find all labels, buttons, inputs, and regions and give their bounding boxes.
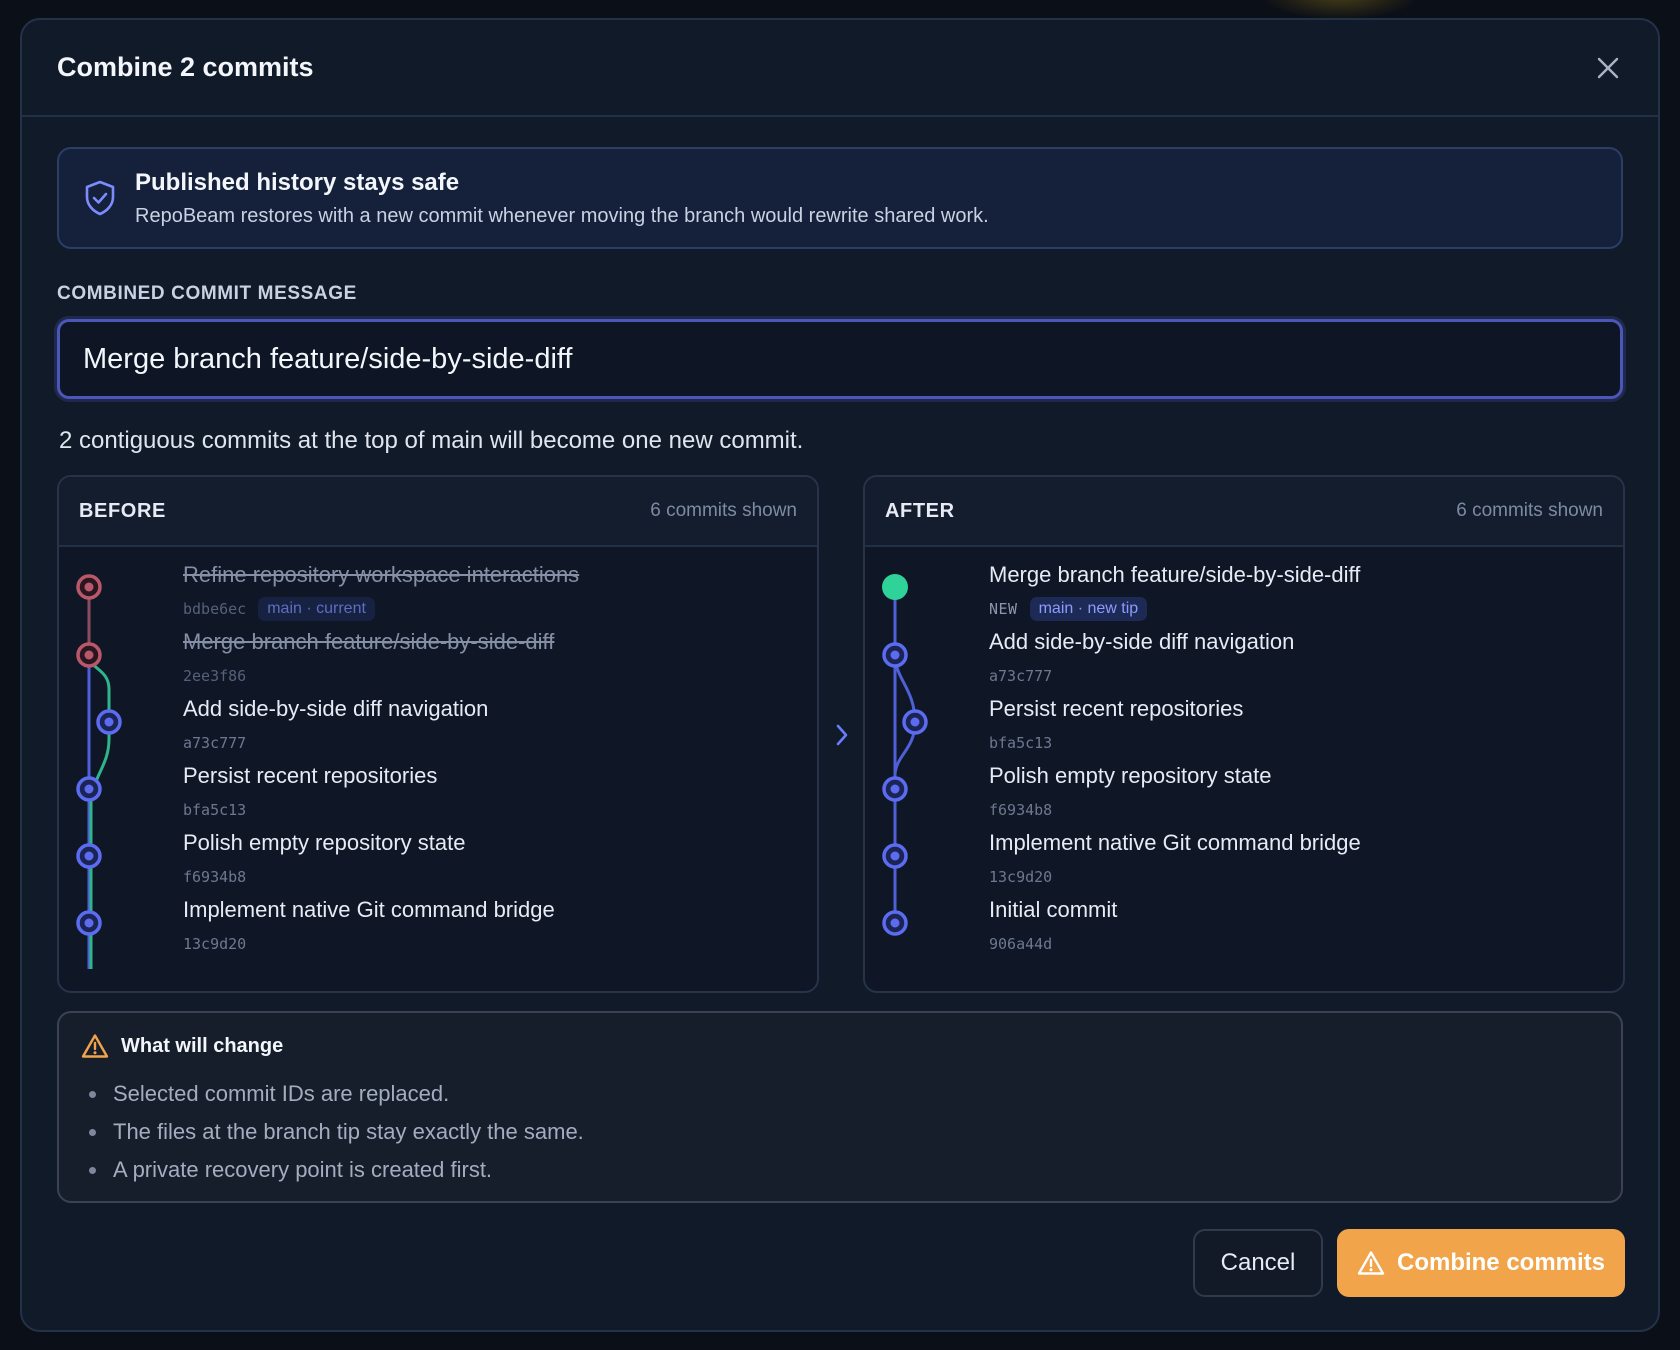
after-panel-header: AFTER 6 commits shown [865,477,1623,547]
backdrop-glow [1260,0,1420,20]
commit-row: Add side-by-side diff navigation a73c777 [989,629,1603,695]
commit-sha: 906a44d [989,935,1053,953]
changes-list: Selected commit IDs are replaced. The fi… [81,1075,1599,1189]
commit-row: Merge branch feature/side-by-side-diff N… [989,562,1603,628]
commit-title: Merge branch feature/side-by-side-diff [989,562,1361,587]
list-item: The files at the branch tip stay exactly… [89,1113,1599,1151]
commit-sha: 13c9d20 [183,935,247,953]
commit-node-new [882,574,908,600]
commit-sha: bdbe6ec [183,600,247,618]
commit-sha: f6934b8 [183,868,247,886]
changes-warning-box: What will change Selected commit IDs are… [57,1011,1623,1203]
banner-title: Published history stays safe [135,168,460,196]
commit-title: Persist recent repositories [989,696,1244,721]
warning-icon [1357,1251,1385,1275]
commit-title: Add side-by-side diff navigation [989,629,1295,654]
dialog-header: Combine 2 commits [22,20,1658,117]
commit-row: Implement native Git command bridge 13c9… [183,897,797,963]
after-label: AFTER [885,499,955,522]
new-commit-tag: NEW [989,600,1018,618]
changes-title: What will change [121,1034,284,1057]
dialog-footer: Cancel Combine commits [1193,1229,1625,1297]
branch-ref-badge: main · current [258,597,375,621]
chevron-right-icon [827,715,857,755]
before-panel: BEFORE 6 commits shown Refine repository… [57,475,819,993]
commit-title: Persist recent repositories [183,763,438,788]
commit-row: Merge branch feature/side-by-side-diff 2… [183,629,797,695]
commit-row: Polish empty repository state f6934b8 [183,830,797,896]
warning-icon [81,1034,109,1058]
commit-title: Implement native Git command bridge [183,897,555,922]
commit-row: Add side-by-side diff navigation a73c777 [183,696,797,762]
cancel-button[interactable]: Cancel [1193,1229,1323,1297]
branch-ref-badge: main · new tip [1029,597,1148,621]
combine-commits-label: Combine commits [1396,1249,1606,1276]
before-commit-graph [76,574,122,969]
commit-sha: bfa5c13 [183,801,247,819]
after-count: 6 commits shown [1456,500,1603,521]
commit-title: Add side-by-side diff navigation [183,696,489,721]
list-item: A private recovery point is created firs… [89,1151,1599,1189]
info-banner: Published history stays safe RepoBeam re… [57,147,1623,249]
combine-commits-button[interactable]: Combine commits [1337,1229,1625,1297]
commit-title: Merge branch feature/side-by-side-diff [183,629,555,654]
commit-sha: bfa5c13 [989,734,1053,752]
before-label: BEFORE [79,499,166,522]
commit-row: Implement native Git command bridge 13c9… [989,830,1603,896]
commit-sha: 2ee3f86 [183,667,247,685]
commit-message-input[interactable] [57,319,1623,399]
before-panel-header: BEFORE 6 commits shown [59,477,817,547]
commit-sha: a73c777 [183,734,247,752]
commit-sha: a73c777 [989,667,1053,685]
commit-row: Polish empty repository state f6934b8 [989,763,1603,829]
list-item: Selected commit IDs are replaced. [89,1075,1599,1113]
commit-title: Polish empty repository state [989,763,1272,788]
before-after-panels: BEFORE 6 commits shown Refine repository… [57,475,1625,993]
commit-row: Persist recent repositories bfa5c13 [989,696,1603,762]
after-panel: AFTER 6 commits shown Merge branch featu… [863,475,1625,993]
commit-sha: 13c9d20 [989,868,1053,886]
message-label: COMBINED COMMIT MESSAGE [57,283,357,304]
close-button[interactable] [1588,48,1628,88]
dialog-title: Combine 2 commits [57,52,314,82]
shield-check-icon [85,180,115,216]
before-count: 6 commits shown [650,500,797,521]
combine-commits-dialog: Combine 2 commits Published history stay… [20,18,1660,1332]
commit-row: Initial commit 906a44d [989,897,1603,963]
commit-row: Refine repository workspace interactions… [183,562,797,628]
commit-title: Polish empty repository state [183,830,466,855]
commit-row: Persist recent repositories bfa5c13 [183,763,797,829]
combine-summary: 2 contiguous commits at the top of main … [59,427,804,454]
commit-title: Refine repository workspace interactions [183,562,580,587]
after-commit-graph [882,574,928,936]
commit-title: Implement native Git command bridge [989,830,1361,855]
banner-description: RepoBeam restores with a new commit when… [135,204,989,227]
commit-title: Initial commit [989,897,1118,922]
close-icon [1597,57,1619,78]
commit-sha: f6934b8 [989,801,1053,819]
